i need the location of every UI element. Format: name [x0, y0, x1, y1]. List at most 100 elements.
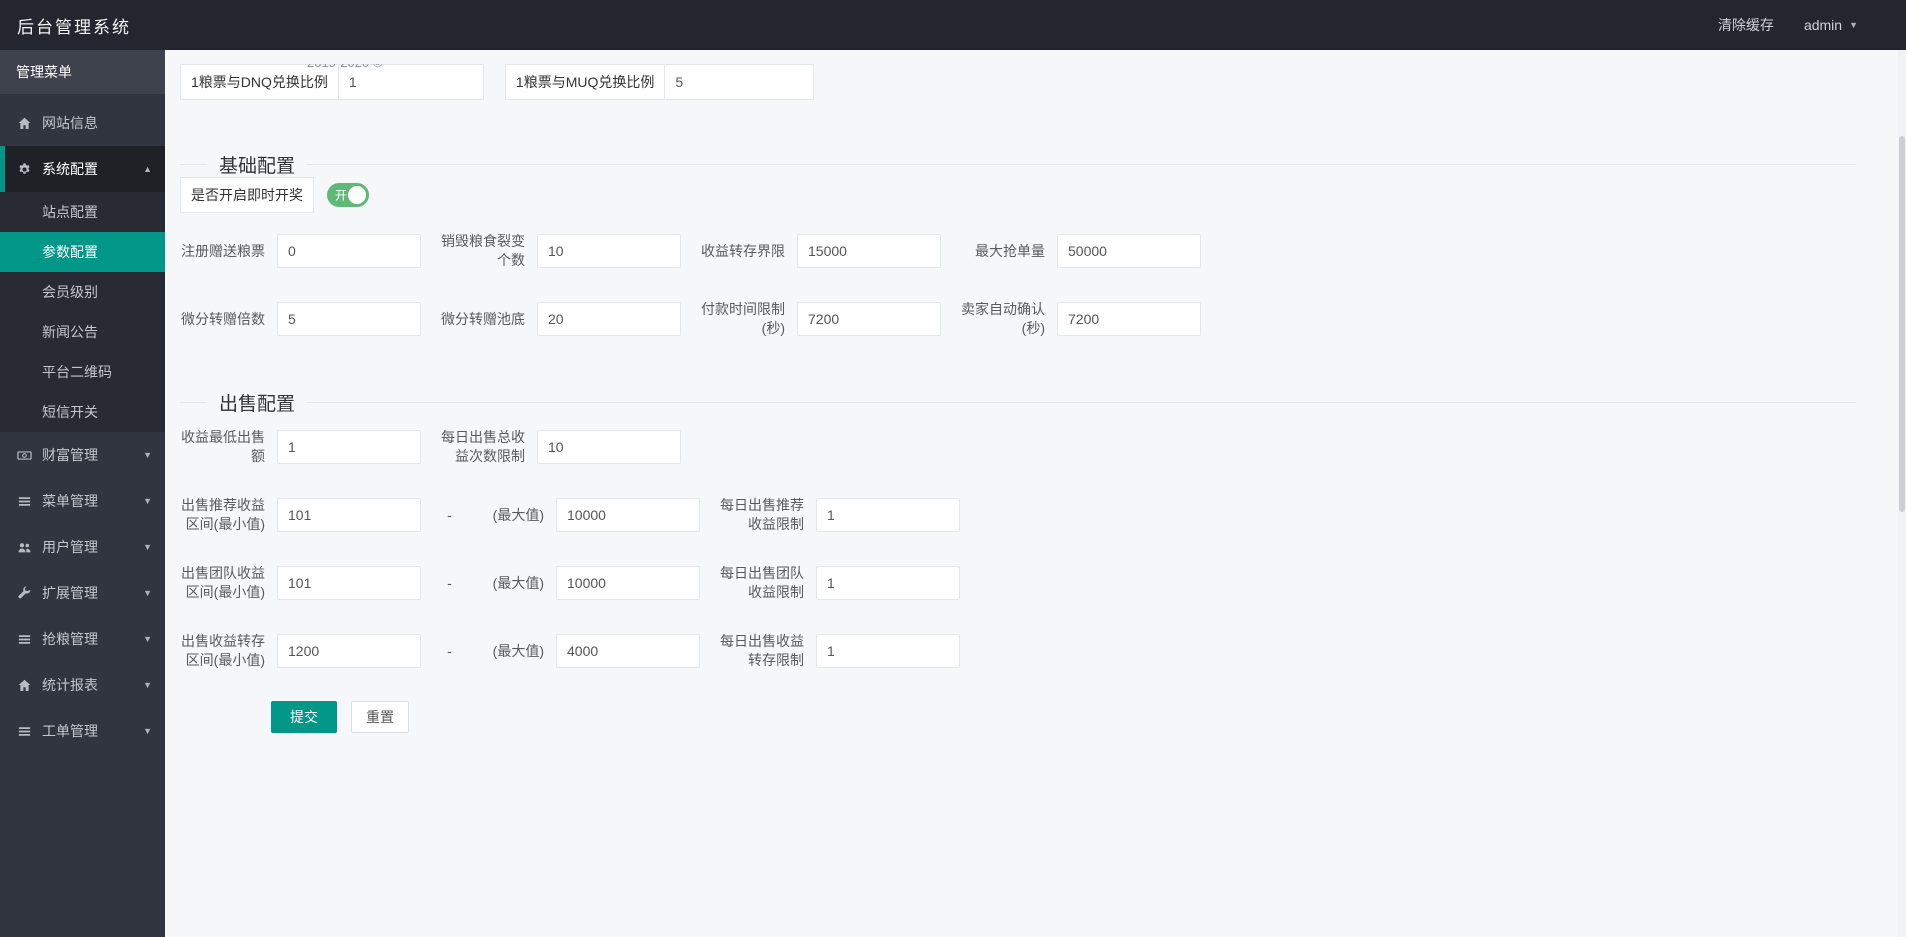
sidebar-item-user-mgmt[interactable]: 用户管理 ▼: [0, 524, 165, 570]
seller-auto-confirm-input[interactable]: [1057, 302, 1201, 336]
sidebar-item-param-config[interactable]: 参数配置: [0, 232, 165, 272]
sidebar-item-label: 系统配置: [42, 161, 98, 177]
scrollbar-track[interactable]: [1898, 50, 1906, 937]
username-label: admin: [1803, 17, 1843, 33]
sidebar-item-label: 统计报表: [42, 677, 98, 693]
sub-item-label: 短信开关: [42, 404, 98, 420]
reset-button[interactable]: 重置: [351, 701, 409, 733]
sell-range-row-transfer: 出售收益转存区间(最小值) - (最大值) 每日出售收益转存限制: [180, 632, 1876, 670]
max-grab-input[interactable]: [1057, 234, 1201, 268]
field-label: (最大值): [492, 506, 544, 523]
sidebar-item-menu-mgmt[interactable]: 菜单管理 ▼: [0, 478, 165, 524]
sidebar-item-ext-mgmt[interactable]: 扩展管理 ▼: [0, 570, 165, 616]
toggle-on-label: 开: [335, 188, 348, 203]
range-separator: -: [447, 643, 452, 659]
caret-down-icon: ▼: [143, 449, 152, 460]
register-gift-input[interactable]: [277, 234, 421, 268]
legend-line: [180, 163, 207, 165]
sub-item-label: 新闻公告: [42, 324, 98, 340]
income-transfer-limit-input[interactable]: [797, 234, 941, 268]
scrollbar-thumb[interactable]: [1899, 136, 1905, 512]
legend-line: [180, 401, 207, 403]
team-max-input[interactable]: [556, 566, 700, 600]
legend-line: [307, 401, 1856, 403]
form-item: (最大值): [459, 498, 700, 532]
form-item: 卖家自动确认(秒): [960, 300, 1201, 338]
main-content: 2019-2020 © 1粮票与DNQ兑换比例 1粮票与MUQ兑换比例 基础配置…: [165, 50, 1906, 937]
field-label: (最大值): [492, 574, 544, 591]
sidebar-item-website-info[interactable]: 网站信息: [0, 100, 165, 146]
payment-time-limit-input[interactable]: [797, 302, 941, 336]
micro-gift-multiple-input[interactable]: [277, 302, 421, 336]
home-icon: [16, 115, 32, 131]
app-title: 后台管理系统: [17, 17, 131, 37]
recommend-min-input[interactable]: [277, 498, 421, 532]
form-item: 出售推荐收益区间(最小值): [180, 496, 421, 534]
caret-down-icon: ▼: [143, 679, 152, 690]
transfer-max-input[interactable]: [556, 634, 700, 668]
sidebar-item-site-config[interactable]: 站点配置: [0, 192, 165, 232]
caret-down-icon: ▼: [143, 587, 152, 598]
clipped-copyright-text: 2019-2020 ©: [307, 64, 382, 73]
caret-up-icon: ▲: [143, 163, 152, 174]
field-label: 出售收益转存区间(最小值): [181, 633, 265, 668]
instant-draw-toggle-row: 是否开启即时开奖 开: [180, 177, 1876, 213]
transfer-min-input[interactable]: [277, 634, 421, 668]
sidebar-item-platform-qrcode[interactable]: 平台二维码: [0, 352, 165, 392]
daily-recommend-limit-input[interactable]: [816, 498, 960, 532]
list-icon: [16, 723, 32, 739]
team-min-input[interactable]: [277, 566, 421, 600]
form-item: 每日出售推荐收益限制: [719, 496, 960, 534]
instant-draw-toggle[interactable]: 开: [327, 183, 369, 207]
sub-item-label: 站点配置: [42, 204, 98, 220]
sidebar-item-sms-switch[interactable]: 短信开关: [0, 392, 165, 432]
form-actions: 提交 重置: [271, 701, 1876, 733]
muq-exchange-input[interactable]: [664, 64, 815, 100]
home-icon: [16, 677, 32, 693]
clear-cache-button[interactable]: 清除缓存: [1718, 15, 1774, 35]
sidebar-item-stats[interactable]: 统计报表 ▼: [0, 662, 165, 708]
legend-line: [307, 163, 1856, 165]
form-item: 出售收益转存区间(最小值): [180, 632, 421, 670]
field-label: 销毁粮食裂变个数: [441, 233, 525, 268]
sidebar-item-news[interactable]: 新闻公告: [0, 312, 165, 352]
muq-exchange-label: 1粮票与MUQ兑换比例: [504, 64, 666, 100]
field-label: 最大抢单量: [975, 242, 1045, 259]
destroy-fission-input[interactable]: [537, 234, 681, 268]
form-item: 注册赠送粮票: [180, 234, 421, 268]
wrench-icon: [16, 585, 32, 601]
field-label: 微分转赠倍数: [181, 310, 265, 327]
field-label: 收益最低出售额: [181, 429, 265, 464]
sidebar-item-system-config[interactable]: 系统配置 ▲: [0, 146, 165, 192]
submit-button[interactable]: 提交: [271, 701, 337, 733]
form-item: 付款时间限制(秒): [700, 300, 941, 338]
money-icon: [16, 447, 32, 463]
min-sell-amount-input[interactable]: [277, 430, 421, 464]
exchange-ratio-row: 1粮票与DNQ兑换比例 1粮票与MUQ兑换比例: [180, 64, 1876, 100]
daily-sell-count-limit-input[interactable]: [537, 430, 681, 464]
recommend-max-input[interactable]: [556, 498, 700, 532]
field-label: 出售团队收益区间(最小值): [181, 565, 265, 600]
sidebar-item-label: 抢粮管理: [42, 631, 98, 647]
daily-team-limit-input[interactable]: [816, 566, 960, 600]
caret-down-icon: ▼: [143, 725, 152, 736]
sidebar-item-ticket-mgmt[interactable]: 工单管理 ▼: [0, 708, 165, 754]
form-item: (最大值): [459, 566, 700, 600]
field-label: 每日出售团队收益限制: [720, 565, 804, 600]
sidebar-item-label: 用户管理: [42, 539, 98, 555]
sidebar-item-member-level[interactable]: 会员级别: [0, 272, 165, 312]
basic-row-2: 微分转赠倍数 微分转赠池底 付款时间限制(秒) 卖家自动确认(秒): [180, 300, 1876, 338]
sidebar-item-wealth[interactable]: 财富管理 ▼: [0, 432, 165, 478]
gears-icon: [16, 161, 32, 177]
users-icon: [16, 539, 32, 555]
sidebar-item-label: 网站信息: [42, 115, 98, 131]
daily-transfer-limit-input[interactable]: [816, 634, 960, 668]
sidebar-nav: 网站信息 系统配置 ▲ 站点配置 参数配置 会员级别 新闻公告 平台二维码 短信…: [0, 94, 165, 754]
micro-gift-pool-input[interactable]: [537, 302, 681, 336]
active-accent-bar: [0, 146, 5, 192]
sidebar-item-grain-mgmt[interactable]: 抢粮管理 ▼: [0, 616, 165, 662]
caret-down-icon: ▼: [143, 633, 152, 644]
form-item: 微分转赠倍数: [180, 302, 421, 336]
form-item: 出售团队收益区间(最小值): [180, 564, 421, 602]
user-menu[interactable]: admin ▼: [1804, 17, 1858, 33]
